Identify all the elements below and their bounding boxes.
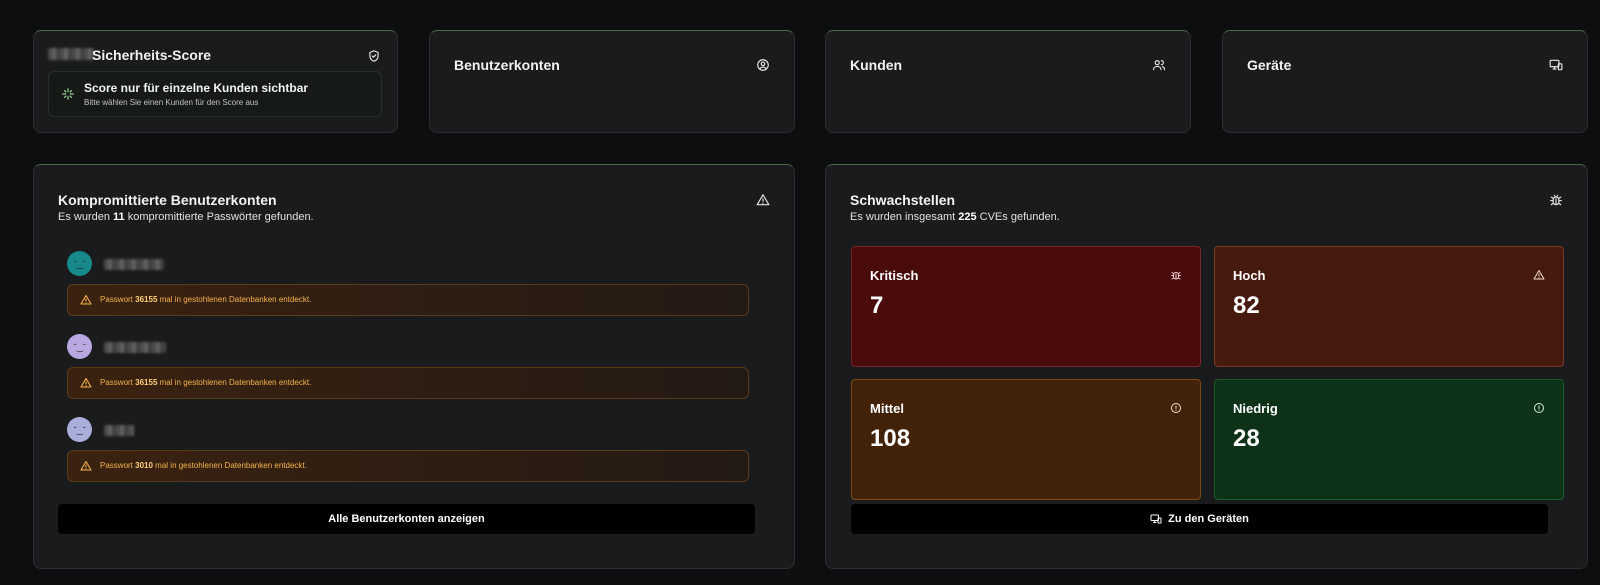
breach-alert-text: Passwort 36155 mal in gestohlenen Datenb… xyxy=(100,295,312,304)
score-info-title: Score nur für einzelne Kunden sichtbar xyxy=(84,81,309,95)
customers-card[interactable]: Kunden xyxy=(825,30,1191,133)
compromised-accounts-title: Kompromittierte Benutzerkonten xyxy=(58,192,277,208)
customers-title: Kunden xyxy=(850,57,903,73)
severity-low-tile[interactable]: Niedrig 28 xyxy=(1214,379,1564,500)
avatar: ˘‿˘ xyxy=(67,334,92,359)
cve-count: 225 xyxy=(958,211,977,223)
warning-triangle-icon xyxy=(80,460,92,472)
vulnerabilities-title: Schwachstellen xyxy=(850,192,956,208)
security-score-card: Sicherheits-Score Score nur für einzelne… xyxy=(33,30,398,133)
vulnerabilities-card: Schwachstellen Es wurden insgesamt 225 C… xyxy=(825,164,1588,569)
summary-suffix: CVEs gefunden. xyxy=(979,211,1060,223)
devices-card[interactable]: Geräte xyxy=(1222,30,1588,133)
warning-triangle-icon xyxy=(756,193,770,207)
user-accounts-card[interactable]: Benutzerkonten xyxy=(429,30,795,133)
severity-count: 108 xyxy=(870,425,911,452)
summary-suffix: kompromittierte Passwörter gefunden. xyxy=(127,211,314,223)
severity-count: 7 xyxy=(870,292,884,319)
devices-title: Geräte xyxy=(1247,57,1292,73)
compromised-summary: Es wurden 11 kompromittierte Passwörter … xyxy=(58,211,314,223)
severity-count: 28 xyxy=(1233,425,1260,452)
breach-alert: Passwort 36155 mal in gestohlenen Datenb… xyxy=(67,284,749,316)
show-all-accounts-button[interactable]: Alle Benutzerkonten anzeigen xyxy=(58,504,755,534)
info-circle-icon xyxy=(1170,402,1182,414)
security-score-title: Sicherheits-Score xyxy=(92,47,212,63)
users-icon xyxy=(1152,58,1166,72)
severity-label: Kritisch xyxy=(870,268,919,283)
avatar: ˘‿˘ xyxy=(67,251,92,276)
vulnerabilities-summary: Es wurden insgesamt 225 CVEs gefunden. xyxy=(850,211,1060,223)
avatar: ˘‿˘ xyxy=(67,417,92,442)
redacted-username xyxy=(104,259,164,270)
severity-medium-tile[interactable]: Mittel 108 xyxy=(851,379,1201,500)
redacted-username xyxy=(104,425,134,436)
summary-prefix: Es wurden insgesamt xyxy=(850,211,956,223)
go-to-devices-button[interactable]: Zu den Geräten xyxy=(851,504,1548,534)
breach-alert-text: Passwort 3010 mal in gestohlenen Datenba… xyxy=(100,461,307,470)
score-info-box: Score nur für einzelne Kunden sichtbar B… xyxy=(48,71,382,117)
score-info-subtitle: Bitte wählen Sie einen Kunden für den Sc… xyxy=(84,98,259,107)
summary-prefix: Es wurden xyxy=(58,211,110,223)
user-accounts-title: Benutzerkonten xyxy=(454,57,560,73)
severity-label: Hoch xyxy=(1233,268,1266,283)
sparkle-icon xyxy=(61,87,75,101)
warning-triangle-icon xyxy=(1533,269,1545,281)
show-all-accounts-label: Alle Benutzerkonten anzeigen xyxy=(328,513,485,525)
breach-alert-text: Passwort 36155 mal in gestohlenen Datenb… xyxy=(100,378,312,387)
breach-alert: Passwort 36155 mal in gestohlenen Datenb… xyxy=(67,367,749,399)
bug-icon xyxy=(1549,193,1563,207)
bug-icon xyxy=(1170,269,1182,281)
devices-icon xyxy=(1549,58,1563,72)
compromised-accounts-card: Kompromittierte Benutzerkonten Es wurden… xyxy=(33,164,795,569)
severity-critical-tile[interactable]: Kritisch 7 xyxy=(851,246,1201,367)
redacted-username xyxy=(104,342,166,353)
user-circle-icon xyxy=(756,58,770,72)
warning-triangle-icon xyxy=(80,294,92,306)
severity-high-tile[interactable]: Hoch 82 xyxy=(1214,246,1564,367)
breach-alert: Passwort 3010 mal in gestohlenen Datenba… xyxy=(67,450,749,482)
go-to-devices-label: Zu den Geräten xyxy=(1168,513,1249,525)
severity-label: Mittel xyxy=(870,401,904,416)
redacted-customer-name xyxy=(48,48,94,60)
warning-triangle-icon xyxy=(80,377,92,389)
shield-check-icon xyxy=(367,49,381,63)
compromised-count: 11 xyxy=(113,211,125,223)
severity-label: Niedrig xyxy=(1233,401,1278,416)
info-circle-icon xyxy=(1533,402,1545,414)
devices-icon xyxy=(1150,513,1162,525)
severity-count: 82 xyxy=(1233,292,1260,319)
